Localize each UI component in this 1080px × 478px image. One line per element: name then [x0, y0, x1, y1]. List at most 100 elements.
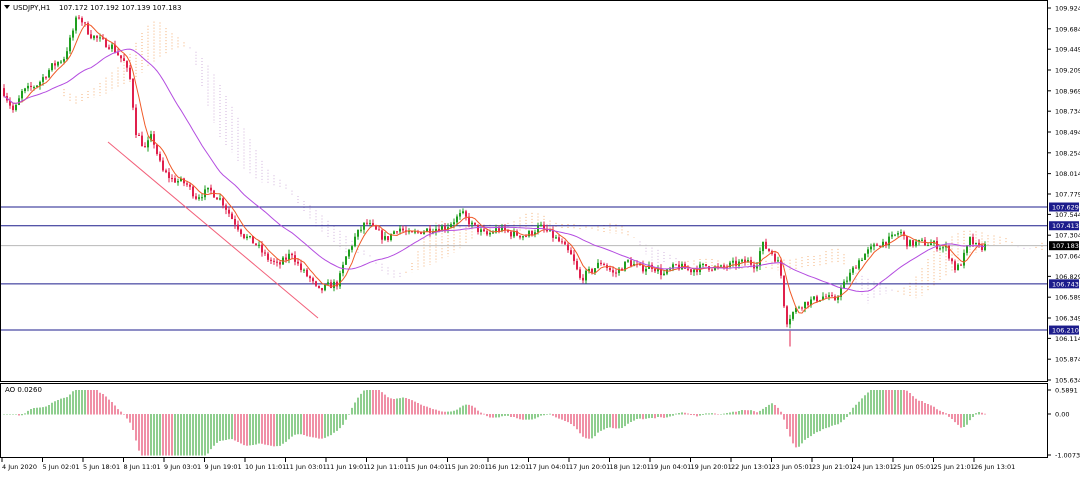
- level-tag-label: 106.210: [1052, 327, 1079, 335]
- candle-body: [189, 184, 191, 187]
- candle-body: [378, 229, 380, 231]
- candle-body: [783, 275, 785, 307]
- candle-body: [135, 107, 137, 135]
- candle-body: [123, 58, 125, 62]
- candle-body: [930, 243, 932, 246]
- candle-body: [267, 253, 269, 260]
- candle-body: [702, 264, 704, 266]
- candle-body: [855, 267, 857, 269]
- candle-body: [894, 234, 896, 236]
- time-tick-label: 9 Jun 03:01: [164, 463, 201, 471]
- candle-body: [42, 77, 44, 82]
- candle-body: [600, 262, 602, 264]
- candle-body: [576, 261, 578, 270]
- candle-body: [384, 236, 386, 240]
- time-tick-label: 25 Jun 05:01: [893, 463, 934, 471]
- candle-body: [3, 88, 5, 97]
- candle-body: [90, 34, 92, 39]
- candle-body: [33, 86, 35, 88]
- candle-body: [369, 223, 371, 225]
- candle-body: [48, 70, 50, 78]
- candle-body: [462, 211, 464, 213]
- candle-body: [876, 244, 878, 246]
- candle-body: [630, 260, 632, 267]
- candle-body: [264, 252, 266, 254]
- candle-body: [159, 153, 161, 161]
- candle-body: [489, 232, 491, 235]
- candle-body: [75, 17, 77, 31]
- candle-body: [321, 288, 323, 291]
- candle-body: [825, 296, 827, 298]
- candle-body: [528, 231, 530, 237]
- candle-body: [228, 209, 230, 214]
- candle-body: [519, 235, 521, 238]
- candle-body: [312, 278, 314, 282]
- time-tick-label: 19 Jun 04:01: [650, 463, 691, 471]
- candle-body: [444, 226, 446, 230]
- candle-body: [60, 61, 62, 63]
- candle-body: [195, 196, 197, 199]
- candle-body: [459, 212, 461, 217]
- candle-body: [198, 197, 200, 199]
- price-tick-label: 108.494: [1055, 129, 1080, 137]
- candle-body: [864, 253, 866, 260]
- time-tick-label: 10 Jun 11:01: [245, 463, 286, 471]
- price-tick-label: 109.924: [1055, 5, 1080, 13]
- candle-body: [567, 244, 569, 251]
- candle-body: [207, 187, 209, 190]
- candle-body: [258, 244, 260, 246]
- candle-body: [921, 239, 923, 241]
- candle-body: [273, 260, 275, 262]
- candle-body: [324, 284, 326, 291]
- candle-body: [225, 205, 227, 210]
- candle-body: [222, 198, 224, 206]
- candle-body: [69, 37, 71, 52]
- candle-body: [627, 260, 629, 262]
- candle-body: [585, 270, 587, 281]
- price-tick-label: 108.734: [1055, 108, 1080, 116]
- candle-body: [120, 55, 122, 59]
- candle-body: [450, 224, 452, 228]
- candle-body: [387, 236, 389, 241]
- price-tick-label: 108.254: [1055, 149, 1080, 157]
- candle-body: [78, 17, 80, 19]
- candle-body: [765, 241, 767, 249]
- candle-body: [213, 190, 215, 198]
- price-tick-label: 109.449: [1055, 46, 1080, 54]
- time-tick-label: 9 Jun 19:01: [205, 463, 242, 471]
- ao-title: AO 0.0260: [5, 386, 42, 394]
- candle-body: [537, 226, 539, 233]
- candle-body: [363, 222, 365, 230]
- candle-body: [57, 61, 59, 66]
- candle-body: [768, 248, 770, 251]
- candle-body: [483, 229, 485, 232]
- candle-body: [696, 269, 698, 273]
- time-tick-label: 16 Jun 12:01: [488, 463, 529, 471]
- candle-body: [591, 268, 593, 273]
- candle-body: [789, 318, 791, 325]
- candle-body: [474, 222, 476, 225]
- candle-body: [339, 273, 341, 287]
- candle-body: [732, 260, 734, 263]
- candle-body: [426, 228, 428, 232]
- candle-body: [45, 77, 47, 79]
- candle-body: [168, 172, 170, 179]
- candle-body: [315, 281, 317, 286]
- candle-body: [246, 236, 248, 239]
- candle-body: [906, 235, 908, 247]
- candle-body: [360, 229, 362, 231]
- candle-body: [177, 181, 179, 183]
- candle-body: [144, 146, 146, 148]
- candle-body: [111, 44, 113, 49]
- candle-body: [975, 242, 977, 245]
- candle-body: [957, 264, 959, 271]
- candle-body: [786, 306, 788, 325]
- time-tick-label: 17 Jun 04:01: [529, 463, 570, 471]
- candle-body: [285, 257, 287, 260]
- candle-body: [153, 134, 155, 145]
- candle-body: [234, 218, 236, 225]
- candle-body: [255, 243, 257, 245]
- candle-body: [510, 231, 512, 237]
- candle-body: [126, 61, 128, 68]
- candle-body: [645, 268, 647, 272]
